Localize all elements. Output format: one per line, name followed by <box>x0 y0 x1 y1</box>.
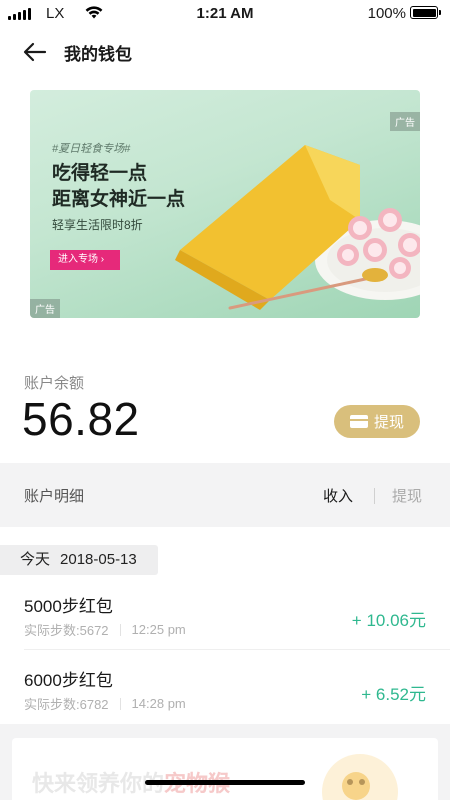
back-arrow-icon[interactable] <box>22 40 48 64</box>
withdraw-button-label: 提现 <box>373 414 404 431</box>
page-title: 我的钱包 <box>64 45 132 64</box>
list-item[interactable]: 6000步红包 实际步数:6782 14:28 pm + 6.52元 <box>0 652 450 724</box>
nav-bar: 我的钱包 <box>0 30 450 74</box>
pet-monkey-promo-card[interactable]: 快来领养你的宠物猴 <box>12 738 438 800</box>
banner-tag: #夏日轻食专场# <box>52 143 131 155</box>
balance-label: 账户余额 <box>24 375 85 392</box>
battery-icon <box>410 6 441 19</box>
home-indicator[interactable] <box>145 780 305 785</box>
status-bar: LX 1:21 AM 100% <box>0 0 450 26</box>
date-group-date: 2018-05-13 <box>60 551 137 568</box>
tab-withdraw[interactable]: 提现 <box>392 485 422 506</box>
withdraw-button[interactable]: 提现 <box>334 405 420 438</box>
cheese-plate-illustration <box>175 145 420 310</box>
ad-banner[interactable]: #夏日轻食专场# 吃得轻一点 距离女神近一点 轻享生活限时8折 进入专场 › 广… <box>30 90 420 318</box>
divider <box>24 649 450 650</box>
date-group-day: 今天 <box>20 551 51 568</box>
banner-headline-1: 吃得轻一点 <box>52 163 148 184</box>
battery-percentage: 100% <box>367 5 406 22</box>
list-item[interactable]: 5000步红包 实际步数:5672 12:25 pm + 10.06元 <box>0 578 450 650</box>
record-amount: + 10.06元 <box>351 611 426 630</box>
record-title: 5000步红包 <box>24 597 113 616</box>
record-time: 14:28 pm <box>131 696 186 711</box>
promo-section: 快来领养你的宠物猴 <box>0 724 450 800</box>
record-steps: 实际步数:6782 <box>24 697 109 712</box>
balance-value: 56.82 <box>22 393 140 445</box>
record-amount: + 6.52元 <box>361 685 426 704</box>
banner-subtitle: 轻享生活限时8折 <box>52 218 143 232</box>
monkey-mascot-icon <box>322 754 398 800</box>
details-title: 账户明细 <box>24 488 85 505</box>
ad-badge: 广告 <box>390 112 420 131</box>
details-header: 账户明细 收入 提现 <box>0 463 450 527</box>
record-meta: 实际步数:5672 12:25 pm <box>24 620 186 639</box>
banner-cta-button[interactable]: 进入专场 › <box>50 250 120 270</box>
banner-headline-2: 距离女神近一点 <box>52 189 186 210</box>
date-group-chip: 今天 2018-05-13 <box>0 545 158 575</box>
promo-text-prefix: 快来领养你的 <box>32 771 165 796</box>
ad-badge: 广告 <box>30 299 60 318</box>
tab-income[interactable]: 收入 <box>323 485 353 506</box>
record-steps: 实际步数:5672 <box>24 623 109 638</box>
record-time: 12:25 pm <box>131 622 186 637</box>
record-meta: 实际步数:6782 14:28 pm <box>24 694 186 713</box>
tab-divider <box>374 488 375 504</box>
record-title: 6000步红包 <box>24 671 113 690</box>
card-icon <box>349 415 368 428</box>
